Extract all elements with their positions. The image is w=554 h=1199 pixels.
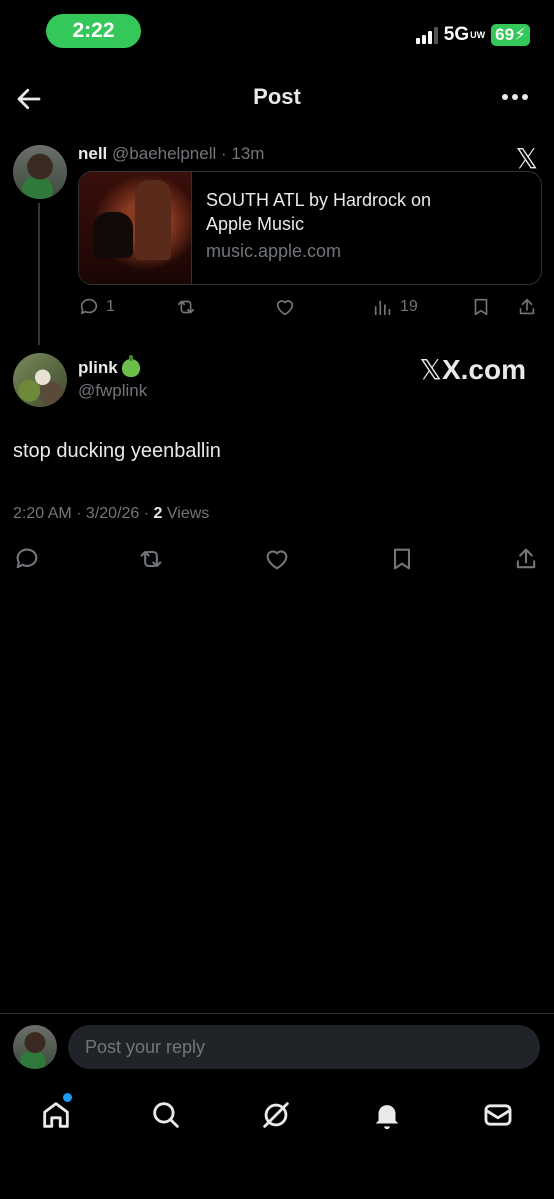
share-icon bbox=[519, 298, 535, 315]
post-text: stop ducking yeenballin bbox=[13, 440, 221, 462]
bookmark-icon bbox=[474, 298, 488, 316]
x-logo-icon: 𝕏 bbox=[419, 353, 442, 386]
link-card-title: SOUTH ATL by Hardrock on Apple Music bbox=[206, 190, 432, 234]
watermark-text: X.com bbox=[441, 354, 526, 385]
heart-icon bbox=[276, 300, 294, 316]
thread-line bbox=[38, 203, 40, 345]
avatar[interactable] bbox=[13, 353, 67, 407]
link-card[interactable]: SOUTH ATL by Hardrock on Apple Music mus… bbox=[78, 171, 542, 285]
notification-dot bbox=[63, 1093, 72, 1102]
views-label[interactable]: Views bbox=[167, 505, 209, 522]
author-handle[interactable]: @fwplink bbox=[78, 381, 147, 401]
repost-icon bbox=[140, 550, 162, 568]
divider bbox=[0, 1013, 554, 1014]
post-age: 13m bbox=[231, 144, 265, 163]
author-name[interactable]: plink bbox=[78, 355, 140, 378]
like-button[interactable] bbox=[274, 296, 296, 318]
repost-button[interactable] bbox=[137, 545, 165, 573]
reply-icon bbox=[16, 548, 38, 569]
share-button[interactable] bbox=[516, 296, 538, 318]
post-time: 2:20 AM bbox=[13, 505, 72, 522]
post-date: 3/20/26 bbox=[85, 505, 140, 522]
status-time: 2:22 bbox=[46, 14, 141, 48]
reply-button[interactable]: 1 bbox=[78, 296, 115, 318]
views-count: 2 bbox=[153, 505, 163, 522]
repost-icon bbox=[177, 300, 195, 314]
avatar[interactable] bbox=[13, 1025, 57, 1069]
link-card-domain: music.apple.com bbox=[206, 241, 342, 261]
network-indicator: 5G UW bbox=[443, 24, 486, 45]
reply-count: 1 bbox=[106, 298, 115, 315]
nav-home[interactable] bbox=[39, 1098, 73, 1137]
bell-icon bbox=[375, 1105, 399, 1130]
reply-button[interactable] bbox=[13, 545, 41, 573]
author-name[interactable]: nell bbox=[78, 144, 107, 163]
repost-button[interactable] bbox=[175, 296, 197, 318]
home-icon bbox=[43, 1102, 69, 1128]
bookmark-button[interactable] bbox=[388, 545, 416, 573]
mail-icon bbox=[484, 1104, 512, 1126]
signal-icon bbox=[415, 26, 438, 44]
heart-icon bbox=[266, 550, 288, 570]
nav-grok[interactable] bbox=[259, 1098, 293, 1137]
author-name-text: plink bbox=[78, 358, 118, 377]
pepper-emoji-icon bbox=[121, 355, 140, 377]
nav-search[interactable] bbox=[149, 1098, 183, 1137]
share-button[interactable] bbox=[512, 545, 540, 573]
author-handle[interactable]: @baehelpnell bbox=[112, 144, 216, 163]
post-meta: 2:20 AM · 3/20/26 · 2 Views bbox=[13, 505, 210, 522]
status-indicators: 5G UW 69⚡ bbox=[415, 24, 530, 46]
views-count: 19 bbox=[400, 298, 418, 315]
reply-input[interactable] bbox=[68, 1025, 540, 1069]
like-button[interactable] bbox=[263, 545, 291, 573]
reply-icon bbox=[80, 298, 98, 315]
bookmark-icon bbox=[393, 548, 411, 570]
x-com-watermark: 𝕏X.com bbox=[419, 353, 526, 386]
share-icon bbox=[516, 548, 536, 569]
battery-icon: 69⚡ bbox=[491, 24, 530, 46]
page-title: Post bbox=[253, 84, 301, 109]
views-chart-icon bbox=[374, 300, 391, 316]
nav-messages[interactable] bbox=[481, 1098, 515, 1137]
grok-icon bbox=[263, 1102, 289, 1128]
bookmark-button[interactable] bbox=[470, 296, 492, 318]
nav-notifications[interactable] bbox=[370, 1098, 404, 1137]
avatar[interactable] bbox=[13, 145, 67, 199]
search-icon bbox=[153, 1102, 179, 1128]
parent-post-header: nell @baehelpnell · 13m bbox=[78, 144, 265, 163]
views-button[interactable]: 19 bbox=[372, 296, 418, 318]
album-art-image bbox=[79, 172, 192, 284]
more-options-icon[interactable] bbox=[502, 94, 528, 100]
